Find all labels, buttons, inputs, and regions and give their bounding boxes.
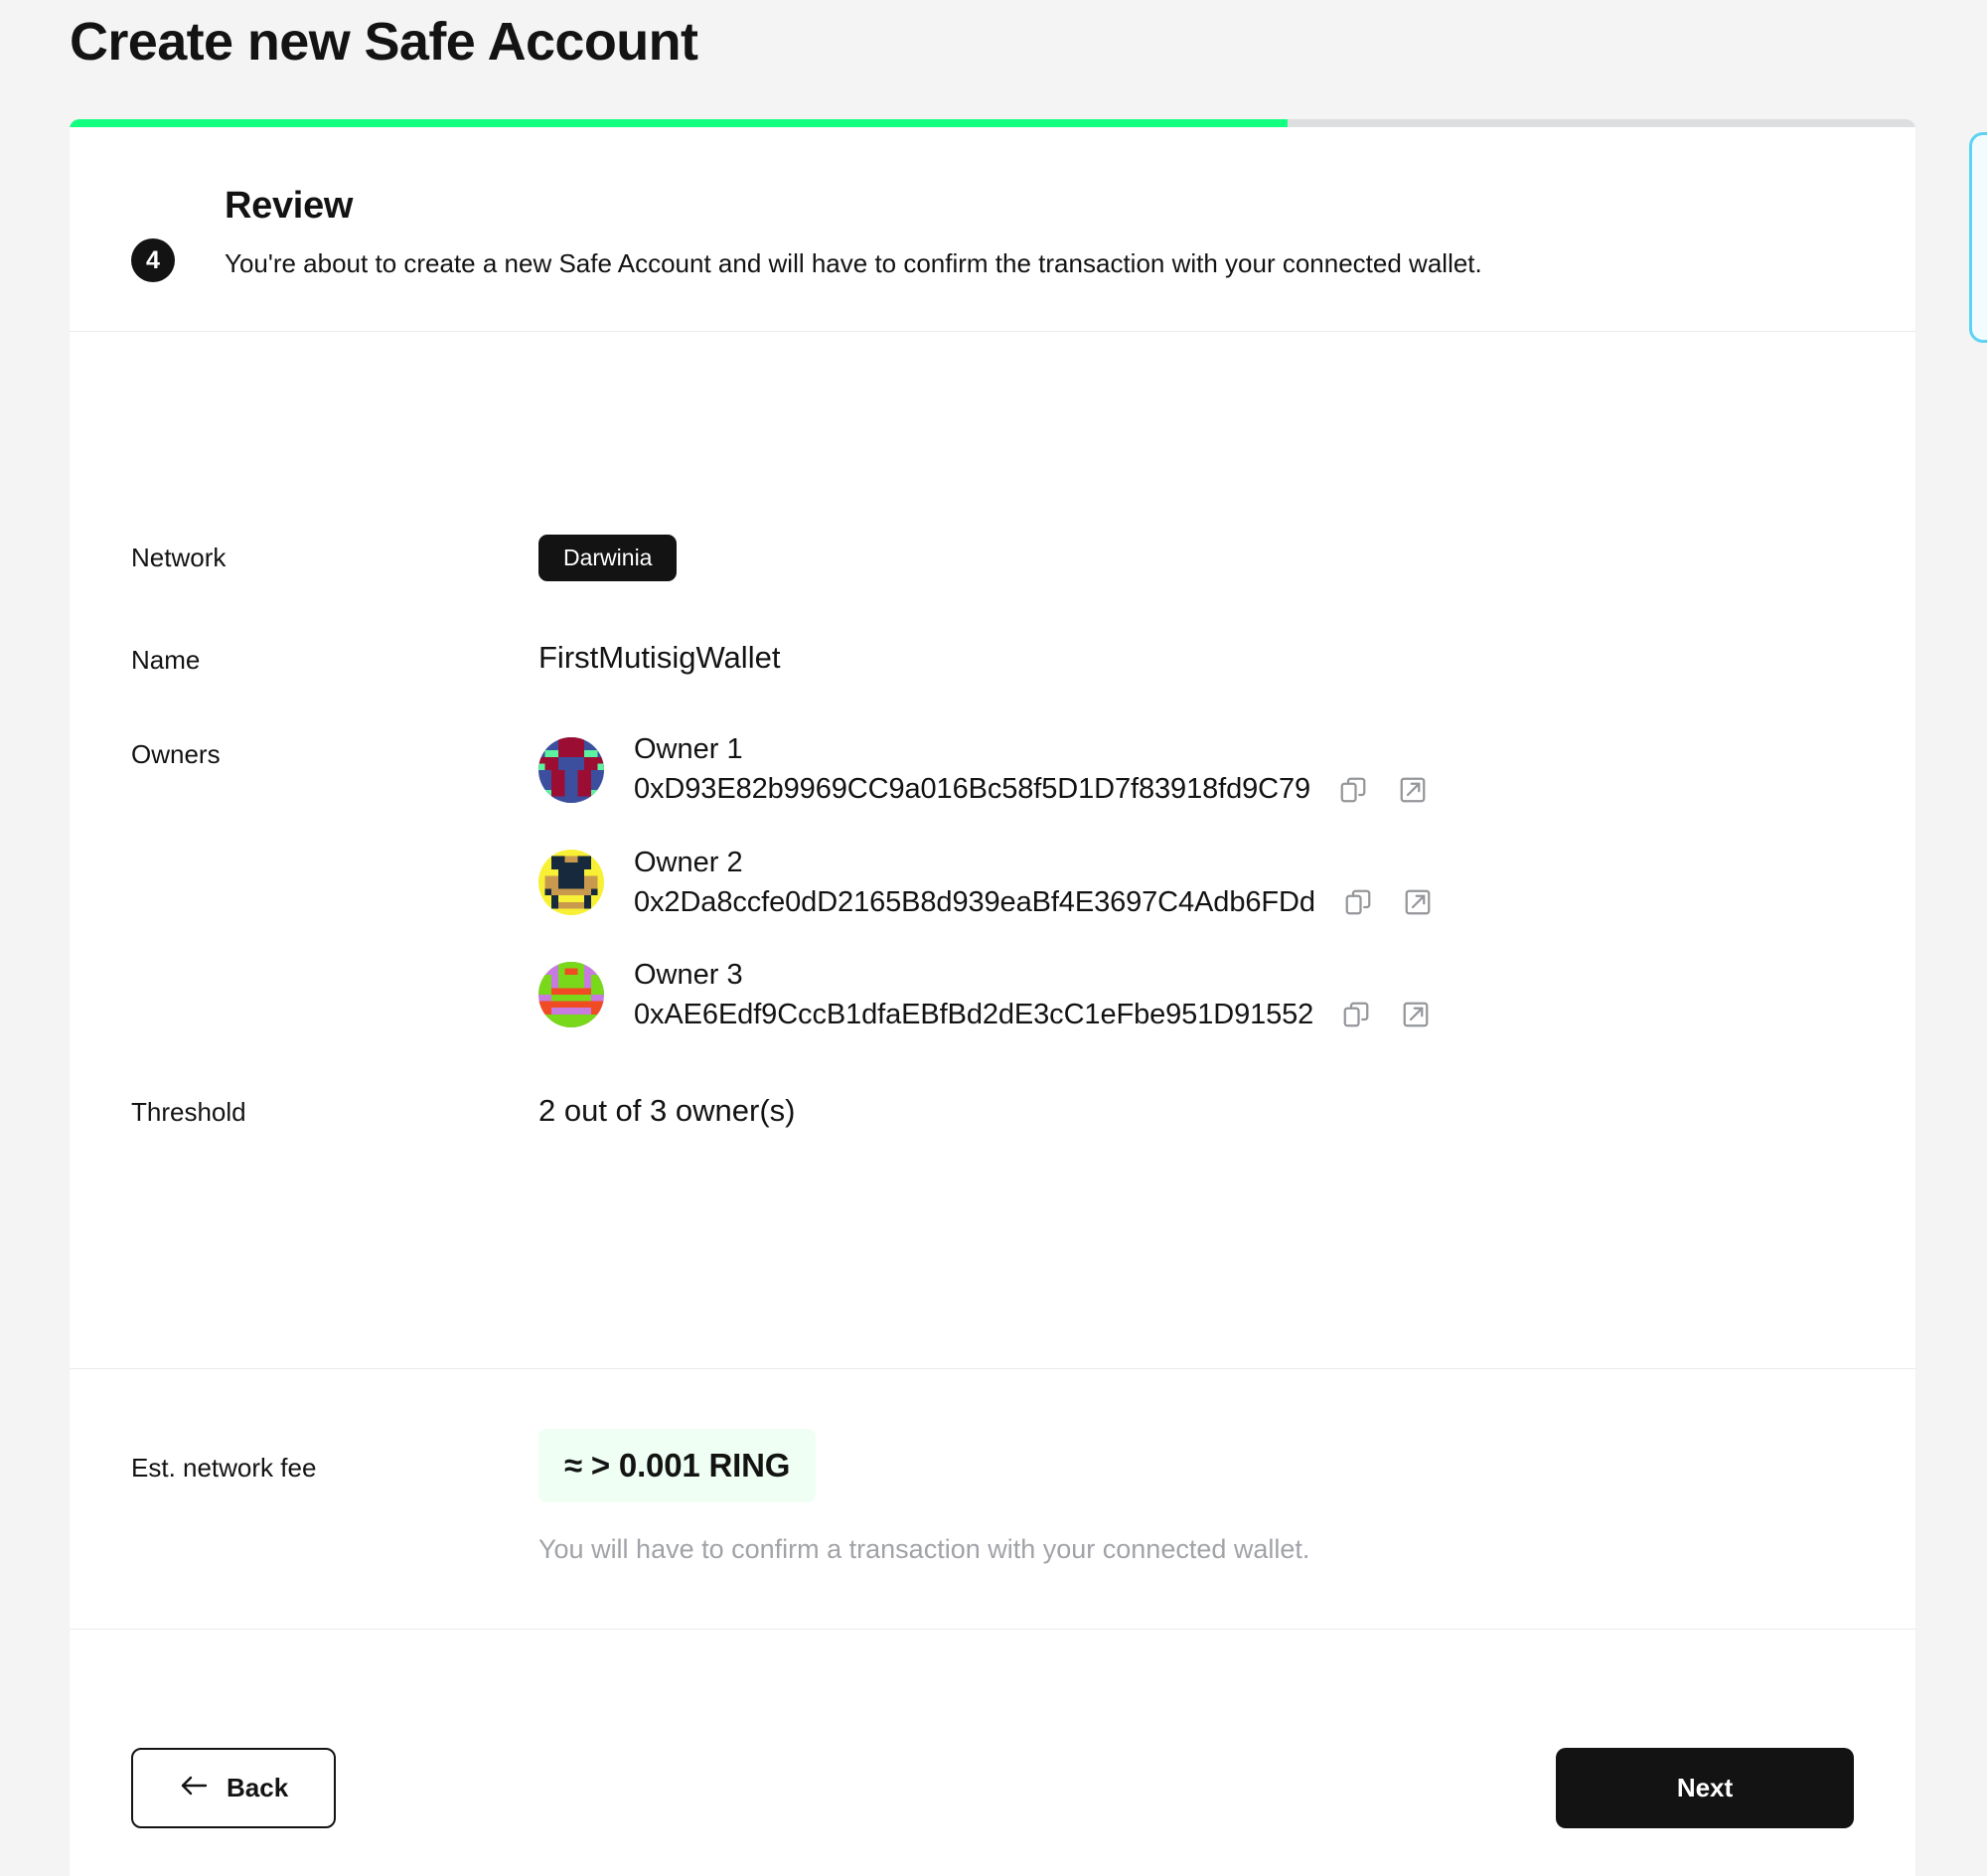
card-footer: Back Next xyxy=(70,1690,1915,1876)
owner-item: Owner 2 0x2Da8ccfe0dD2165B8d939eaBf4E369… xyxy=(538,845,1854,921)
side-panel-peek[interactable] xyxy=(1969,132,1987,343)
external-link-icon[interactable] xyxy=(1401,885,1435,919)
owner-address: 0x2Da8ccfe0dD2165B8d939eaBf4E3697C4Adb6F… xyxy=(634,885,1315,918)
copy-icon[interactable] xyxy=(1336,773,1370,807)
network-label: Network xyxy=(131,543,227,572)
threshold-row: Threshold 2 out of 3 owner(s) xyxy=(131,1089,1854,1129)
network-chip: Darwinia xyxy=(538,535,678,582)
network-fee-content: ≈ > 0.001 RING You will have to confirm … xyxy=(538,1429,1854,1565)
review-card: 4 Review You're about to create a new Sa… xyxy=(70,119,1915,1876)
network-fee-label: Est. network fee xyxy=(131,1453,317,1483)
owner-name: Owner 2 xyxy=(634,846,743,878)
owner-address-line: 0xAE6Edf9CccB1dfaEBfBd2dE3cC1eFbe951D915… xyxy=(634,997,1433,1033)
copy-icon[interactable] xyxy=(1341,885,1375,919)
avatar xyxy=(538,850,604,916)
owner-address: 0xD93E82b9969CC9a016Bc58f5D1D7f83918fd9C… xyxy=(634,773,1311,806)
avatar xyxy=(538,736,604,803)
next-button[interactable]: Next xyxy=(1556,1748,1854,1828)
step-description: You're about to create a new Safe Accoun… xyxy=(225,247,1482,278)
owner-item: Owner 1 0xD93E82b9969CC9a016Bc58f5D1D7f8… xyxy=(538,731,1854,808)
create-safe-account-page: Create new Safe Account 4 Review You're … xyxy=(0,0,1987,1876)
step-title: Review xyxy=(225,185,354,227)
owner-name: Owner 3 xyxy=(634,958,743,991)
progress-bar xyxy=(70,119,1915,127)
name-row: Name FirstMutisigWallet xyxy=(131,637,1854,676)
step-header: 4 Review You're about to create a new Sa… xyxy=(70,127,1915,332)
back-button[interactable]: Back xyxy=(131,1748,337,1828)
threshold-label: Threshold xyxy=(131,1096,246,1127)
network-fee-amount: ≈ > 0.001 RING xyxy=(538,1429,817,1502)
copy-icon[interactable] xyxy=(1339,998,1373,1031)
owner-info: Owner 1 0xD93E82b9969CC9a016Bc58f5D1D7f8… xyxy=(634,731,1430,808)
avatar xyxy=(538,962,604,1028)
network-row: Network Darwinia xyxy=(131,535,1854,582)
step-text-block: Review You're about to create a new Safe… xyxy=(225,183,1552,283)
step-number-badge: 4 xyxy=(131,238,175,282)
external-link-icon[interactable] xyxy=(1396,773,1430,807)
network-value: Darwinia xyxy=(538,535,1854,582)
owners-row: Owners Owner 1 0xD93E82b9969CC9a016Bc58f… xyxy=(131,731,1854,1033)
owner-info: Owner 2 0x2Da8ccfe0dD2165B8d939eaBf4E369… xyxy=(634,845,1435,921)
threshold-value: 2 out of 3 owner(s) xyxy=(538,1092,796,1128)
owner-address: 0xAE6Edf9CccB1dfaEBfBd2dE3cC1eFbe951D915… xyxy=(634,998,1314,1030)
review-details: Network Darwinia Name FirstMutisigWallet… xyxy=(70,535,1915,1184)
progress-bar-fill xyxy=(70,119,1289,127)
arrow-left-icon xyxy=(179,1773,209,1803)
external-link-icon[interactable] xyxy=(1399,998,1433,1031)
owner-info: Owner 3 0xAE6Edf9CccB1dfaEBfBd2dE3cC1eFb… xyxy=(634,957,1433,1033)
network-fee-section: Est. network fee ≈ > 0.001 RING You will… xyxy=(70,1368,1915,1630)
owner-name: Owner 1 xyxy=(634,733,743,766)
owner-address-line: 0xD93E82b9969CC9a016Bc58f5D1D7f83918fd9C… xyxy=(634,771,1430,808)
page-title: Create new Safe Account xyxy=(70,12,698,72)
name-value: FirstMutisigWallet xyxy=(538,640,781,676)
owner-item: Owner 3 0xAE6Edf9CccB1dfaEBfBd2dE3cC1eFb… xyxy=(538,957,1854,1033)
owners-label: Owners xyxy=(131,739,221,770)
owners-list: Owner 1 0xD93E82b9969CC9a016Bc58f5D1D7f8… xyxy=(538,731,1854,1033)
back-button-label: Back xyxy=(227,1773,289,1802)
owner-address-line: 0x2Da8ccfe0dD2165B8d939eaBf4E3697C4Adb6F… xyxy=(634,884,1435,921)
network-fee-note: You will have to confirm a transaction w… xyxy=(538,1534,1310,1564)
name-label: Name xyxy=(131,645,201,676)
